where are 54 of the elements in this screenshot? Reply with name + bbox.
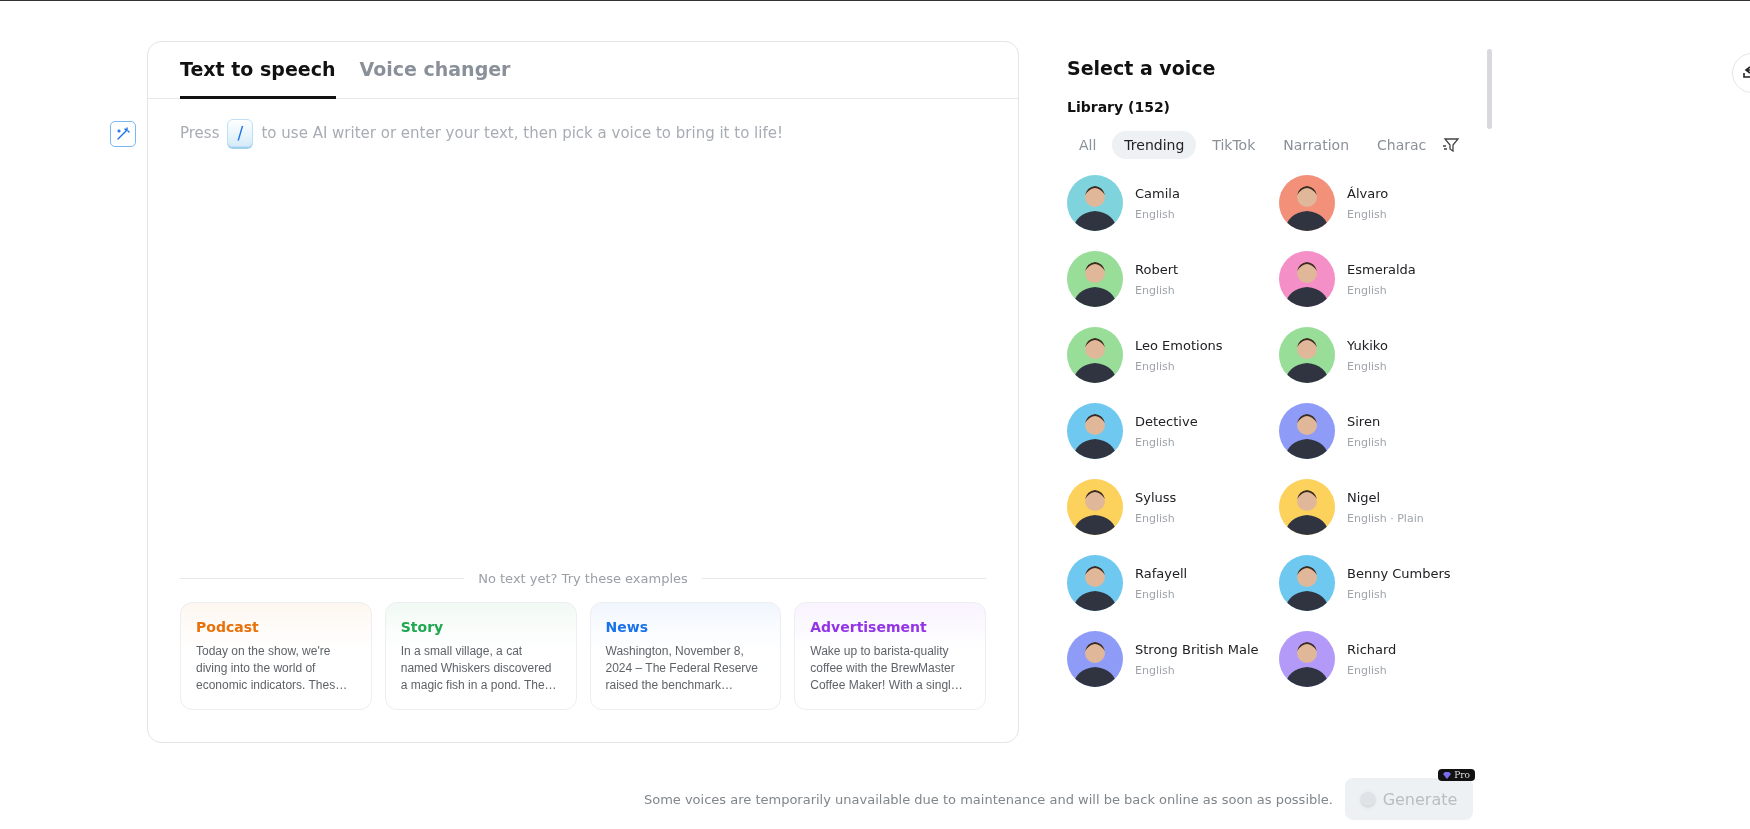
voice-language: English (1135, 207, 1176, 221)
example-card[interactable]: Podcast Today on the show, we're diving into the world of economic indicators. Thes… (180, 602, 372, 710)
voice-language: English (1347, 207, 1388, 221)
voice-language: English (1347, 283, 1388, 297)
filter-chip[interactable]: Trending (1112, 131, 1197, 159)
voice-language: English · Plain (1347, 511, 1424, 525)
example-text: Wake up to barista-quality coffee with the BrewMaster Coffee Maker! With a singl… (810, 643, 964, 694)
example-title: Podcast (196, 619, 260, 635)
voice-name[interactable]: Leo Emotions (1135, 337, 1223, 353)
voice-name[interactable]: Camila (1135, 185, 1180, 201)
magic-wand-icon (116, 127, 130, 141)
voice-name[interactable]: Syluss (1135, 489, 1177, 505)
example-title: Story (400, 619, 445, 635)
voice-language: English (1135, 359, 1176, 373)
voice-name[interactable]: Esmeralda (1347, 261, 1416, 277)
voice-language: English (1135, 435, 1176, 449)
voice-name[interactable]: Nigel (1347, 489, 1424, 505)
voice-language: English (1135, 587, 1176, 601)
voice-name[interactable]: Rafayell (1135, 565, 1188, 581)
voice-name[interactable]: Robert (1135, 261, 1179, 277)
example-text: Today on the show, we're diving into the world of economic indicators. Thes… (196, 643, 349, 694)
scrollbar[interactable] (1487, 49, 1492, 129)
placeholder-text: Press (180, 124, 220, 142)
voice-language: English (1347, 587, 1388, 601)
maintenance-notice: Some voices are temporarily unavailable due to maintenance and will be back online as soon as possible. (643, 791, 1333, 807)
examples-heading: No text yet? Try these examples (478, 571, 688, 586)
ai-writer-button[interactable] (110, 121, 136, 147)
voice-name[interactable]: Detective (1135, 413, 1198, 429)
voice-name[interactable]: Siren (1347, 413, 1387, 429)
panel-title: Select a voice (1067, 57, 1217, 79)
voice-name[interactable]: Benny Cumbers (1347, 565, 1451, 581)
voice-name[interactable]: Álvaro (1347, 185, 1389, 201)
library-label: Library (152) (1067, 99, 1172, 115)
pro-badge: Pro (1438, 769, 1475, 781)
tab[interactable]: Text to speech (180, 42, 336, 99)
voice-language: English (1347, 359, 1388, 373)
voice-name[interactable]: Strong British Male (1135, 641, 1259, 657)
example-title: News (605, 619, 649, 635)
voice-language: English (1135, 283, 1176, 297)
voice-name[interactable]: Richard (1347, 641, 1397, 657)
example-title: Advertisement (810, 619, 928, 635)
voice-language: English (1135, 663, 1176, 677)
voice-name[interactable]: Yukiko (1347, 337, 1388, 353)
voice-language: English (1347, 663, 1388, 677)
slash-key: / (227, 119, 254, 147)
placeholder-text: to use AI writer or enter your text, then pick a voice to bring it to life! (261, 124, 783, 142)
example-text: Washington, November 8, 2024 – The Federal Reserve raised the benchmark… (605, 643, 760, 694)
example-card[interactable]: News Washington, November 8, 2024 – The Federal Reserve raised the benchmark… (589, 602, 782, 710)
voice-language: English (1347, 435, 1387, 449)
voice-language: English (1135, 511, 1176, 525)
example-text: In a small village, a cat named Whiskers discovered a magic fish in a pond. The… (400, 643, 558, 694)
example-card[interactable]: Story In a small village, a cat named Whiskers discovered a magic fish in a pond. The… (384, 602, 577, 710)
filter-icon[interactable] (1442, 136, 1461, 154)
example-card[interactable]: Advertisement Wake up to barista-quality coffee with the BrewMaster Coffee Maker! With a singl… (794, 602, 986, 710)
